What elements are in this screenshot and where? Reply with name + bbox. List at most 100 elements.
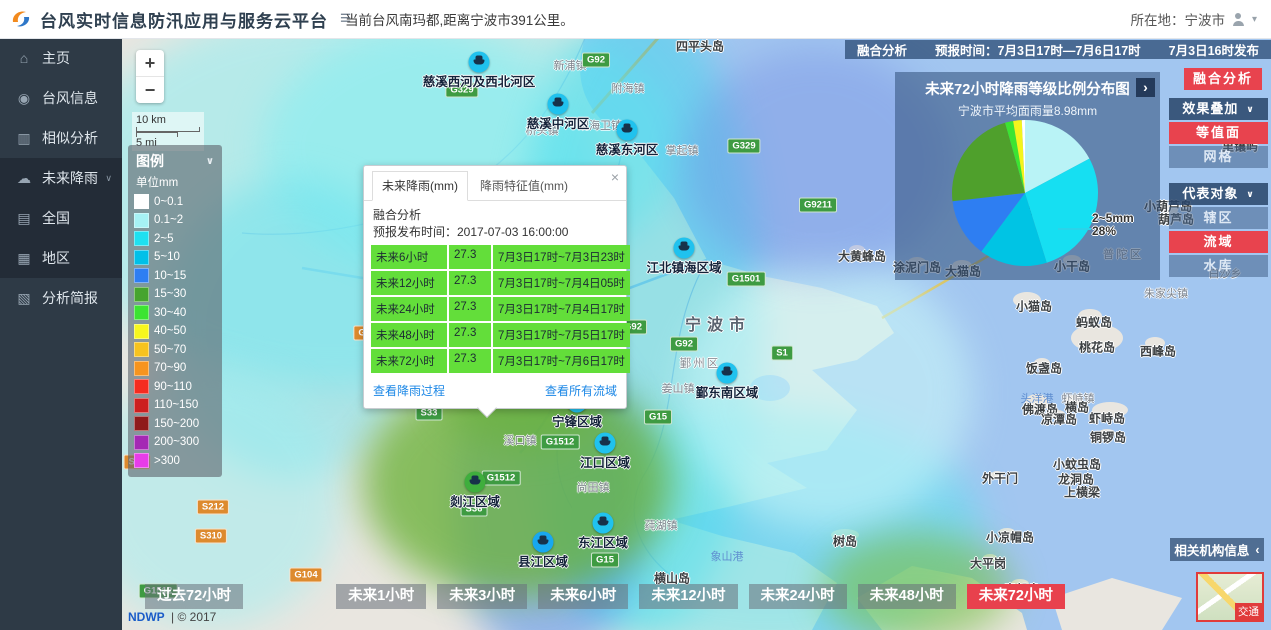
panel-expand-icon[interactable]: › bbox=[1136, 78, 1155, 97]
row-range: 7月3日17时~7月4日17时 bbox=[493, 297, 630, 321]
tab-future-rain[interactable]: 未来降雨(mm) bbox=[372, 171, 468, 201]
row-value: 27.3 bbox=[449, 349, 491, 373]
basin-marker[interactable] bbox=[595, 433, 616, 454]
view-all-basins-link[interactable]: 查看所有流域 bbox=[545, 382, 617, 399]
time-tab-2[interactable]: 未来3小时 bbox=[437, 584, 527, 609]
basin-marker[interactable] bbox=[469, 52, 490, 73]
legend-swatch bbox=[134, 305, 149, 320]
legend-collapse-icon[interactable]: ∨ bbox=[206, 156, 214, 167]
time-tab-7[interactable]: 未来72小时 bbox=[967, 584, 1065, 609]
pie-subtitle: 宁波市平均面雨量8.98mm bbox=[895, 102, 1160, 119]
close-icon[interactable]: × bbox=[611, 170, 619, 184]
zoom-out-button[interactable]: − bbox=[136, 77, 164, 103]
popup-publish-time: 预报发布时间：2017-07-03 16:00:00 bbox=[373, 224, 617, 241]
legend-range-label: 110~150 bbox=[154, 399, 198, 411]
sidebar-item-4[interactable]: ▤全国 bbox=[0, 198, 122, 238]
sidebar: ⌂主页◉台风信息▥相似分析☁未来降雨∨▤全国▦地区▧分析简报 bbox=[0, 38, 122, 630]
legend-item: 0~0.1 bbox=[134, 194, 216, 209]
chevron-down-icon: ∨ bbox=[105, 173, 112, 184]
basin-marker[interactable] bbox=[593, 513, 614, 534]
fusion-analysis-button[interactable]: 融合分析 bbox=[1184, 68, 1262, 90]
legend-range-label: 15~30 bbox=[154, 288, 186, 300]
pie-callout-value: 28% bbox=[1092, 225, 1134, 238]
sidebar-item-0[interactable]: ⌂主页 bbox=[0, 38, 122, 78]
copyright-brand: NDWP bbox=[128, 610, 165, 624]
time-tab-4[interactable]: 未来12小时 bbox=[639, 584, 737, 609]
traffic-layer-thumbnail[interactable]: 交通 bbox=[1196, 572, 1264, 622]
rain-forecast-popup: × 未来降雨(mm) 降雨特征值(mm) 融合分析 预报发布时间：2017-07… bbox=[363, 165, 627, 409]
pie-callout-leader bbox=[1058, 228, 1091, 230]
legend-swatch bbox=[134, 324, 149, 339]
legend-range-label: 150~200 bbox=[154, 418, 199, 430]
sidebar-item-5[interactable]: ▦地区 bbox=[0, 238, 122, 278]
map-copyright: NDWP | © 2017 bbox=[128, 610, 216, 624]
layer-control-stack: 融合分析 效果叠加 ∨等值面网格代表对象∨辖区流域水库 bbox=[1169, 68, 1268, 279]
popup-row: 未来48小时27.37月3日17时~7月5日17时 bbox=[371, 323, 619, 347]
basin-marker[interactable] bbox=[465, 472, 486, 493]
legend-range-label: >300 bbox=[154, 455, 180, 467]
legend-range-label: 2~5 bbox=[154, 233, 174, 245]
legend-item: 15~30 bbox=[134, 287, 216, 302]
row-period: 未来6小时 bbox=[371, 245, 447, 269]
view-rain-process-link[interactable]: 查看降雨过程 bbox=[373, 382, 445, 399]
basin-marker-icon bbox=[470, 480, 481, 485]
page-title: 台风实时信息防汛应用与服务云平台 bbox=[40, 7, 328, 32]
tab-rain-features[interactable]: 降雨特征值(mm) bbox=[470, 171, 578, 200]
row-range: 7月3日17时~7月6日17时 bbox=[493, 349, 630, 373]
legend-item: 200~300 bbox=[134, 435, 216, 450]
legend-item: 2~5 bbox=[134, 231, 216, 246]
legend-item: 10~15 bbox=[134, 268, 216, 283]
legend-swatch bbox=[134, 435, 149, 450]
layer-button[interactable]: 辖区 bbox=[1169, 207, 1268, 229]
layer-button[interactable]: 流域 bbox=[1169, 231, 1268, 253]
basin-marker[interactable] bbox=[674, 238, 695, 259]
time-tab-6[interactable]: 未来48小时 bbox=[858, 584, 956, 609]
row-period: 未来72小时 bbox=[371, 349, 447, 373]
sidebar-item-1[interactable]: ◉台风信息 bbox=[0, 78, 122, 118]
user-icon[interactable] bbox=[1232, 13, 1245, 26]
time-range-tabs: 过去72小时 未来1小时未来3小时未来6小时未来12小时未来24小时未来48小时未… bbox=[145, 584, 1065, 609]
basin-marker[interactable] bbox=[533, 532, 554, 553]
legend-unit: 单位mm bbox=[136, 174, 216, 190]
sidebar-item-3[interactable]: ☁未来降雨∨ bbox=[0, 158, 122, 198]
user-dropdown-caret-icon[interactable]: ▾ bbox=[1252, 14, 1257, 25]
time-tab-0[interactable]: 过去72小时 bbox=[145, 584, 243, 609]
layer-group-header-0[interactable]: 效果叠加 ∨ bbox=[1169, 98, 1268, 120]
layer-button[interactable]: 水库 bbox=[1169, 255, 1268, 277]
layer-button[interactable]: 等值面 bbox=[1169, 122, 1268, 144]
basin-marker-icon bbox=[474, 60, 485, 65]
legend-item: 150~200 bbox=[134, 416, 216, 431]
row-range: 7月3日17时~7月3日23时 bbox=[493, 245, 630, 269]
basin-marker[interactable] bbox=[717, 363, 738, 384]
time-tab-5[interactable]: 未来24小时 bbox=[749, 584, 847, 609]
related-org-info-button[interactable]: 相关机构信息 ‹ bbox=[1170, 538, 1264, 561]
legend-range-label: 30~40 bbox=[154, 307, 186, 319]
rain-pie-chart[interactable] bbox=[950, 118, 1100, 268]
layer-group-header-1[interactable]: 代表对象∨ bbox=[1169, 183, 1268, 205]
time-tab-3[interactable]: 未来6小时 bbox=[538, 584, 628, 609]
basin-marker-icon bbox=[722, 371, 733, 376]
layer-button[interactable]: 网格 bbox=[1169, 146, 1268, 168]
sidebar-item-6[interactable]: ▧分析简报 bbox=[0, 278, 122, 318]
popup-row: 未来24小时27.37月3日17时~7月4日17时 bbox=[371, 297, 619, 321]
row-period: 未来12小时 bbox=[371, 271, 447, 295]
legend-swatch bbox=[134, 194, 149, 209]
legend-item: 40~50 bbox=[134, 324, 216, 339]
legend-swatch bbox=[134, 361, 149, 376]
map-canvas[interactable]: 四平头岛大黄蜂岛金塘岛里镶屿宁波市鄞州区普陀区新浦镇附海镇观海卫镇桥头镇掌起镇姜… bbox=[122, 38, 1271, 630]
basin-marker[interactable] bbox=[617, 120, 638, 141]
legend-range-label: 200~300 bbox=[154, 436, 199, 448]
layer-group-title: 效果叠加 bbox=[1182, 98, 1238, 120]
basin-marker-icon bbox=[538, 540, 549, 545]
time-tab-1[interactable]: 未来1小时 bbox=[336, 584, 426, 609]
sidebar-item-2[interactable]: ▥相似分析 bbox=[0, 118, 122, 158]
basin-marker[interactable] bbox=[548, 94, 569, 115]
chevron-down-icon: ∨ bbox=[1246, 98, 1254, 120]
rain-cloud-icon: ☁ bbox=[15, 170, 33, 187]
legend-item: 5~10 bbox=[134, 250, 216, 265]
collapse-left-icon: ‹ bbox=[1255, 543, 1259, 557]
zoom-in-button[interactable]: + bbox=[136, 50, 164, 77]
legend-swatch bbox=[134, 250, 149, 265]
pie-callout: 2~5mm 28% bbox=[1092, 212, 1134, 238]
related-org-info-label: 相关机构信息 bbox=[1174, 540, 1249, 559]
